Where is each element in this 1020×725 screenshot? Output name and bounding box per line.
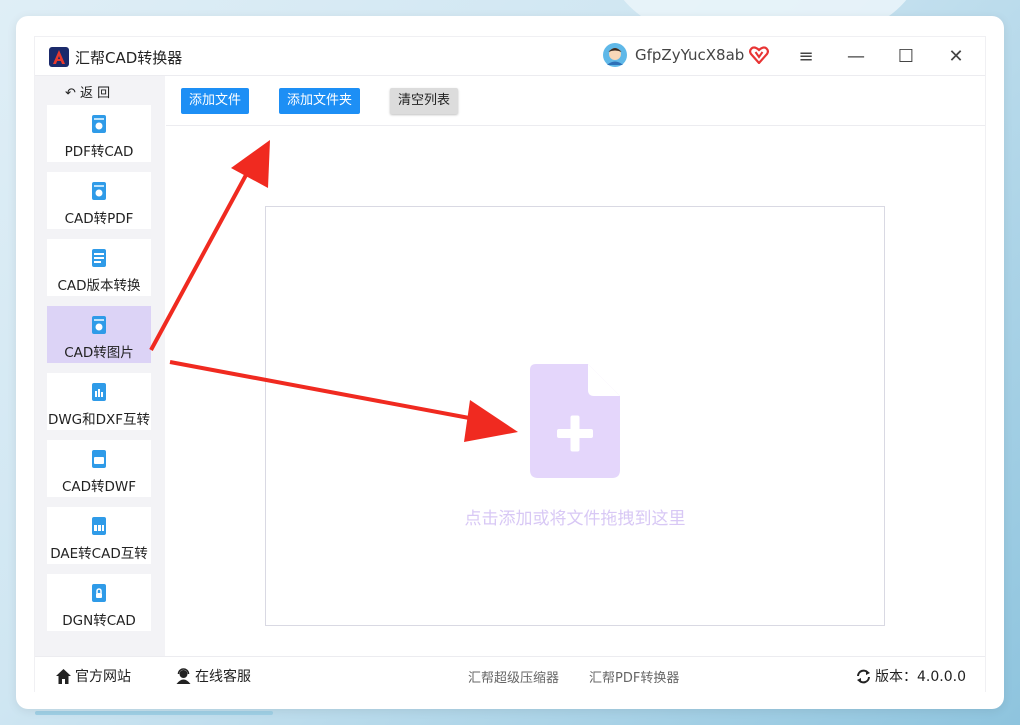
sidebar-item-label: DGN转CAD [62, 613, 136, 629]
refresh-icon [857, 669, 870, 683]
sidebar-item-cad-to-dwf[interactable]: CAD转DWF [47, 440, 151, 497]
app-logo-icon [49, 47, 69, 67]
app-frame: 汇帮CAD转换器 GfpZyYucX8ab ≡ — ☐ ✕ ↶ 返 回 PDF转… [34, 36, 986, 692]
sidebar-item-label: CAD转PDF [64, 211, 134, 227]
title-bar: 汇帮CAD转换器 GfpZyYucX8ab ≡ — ☐ ✕ [35, 37, 985, 76]
file-convert-icon [92, 517, 106, 535]
toolbar: 添加文件 添加文件夹 清空列表 [166, 76, 985, 126]
sidebar-item-cad-to-pdf[interactable]: CAD转PDF [47, 172, 151, 229]
close-button[interactable]: ✕ [943, 43, 969, 69]
sidebar-item-pdf-to-cad[interactable]: PDF转CAD [47, 105, 151, 162]
sidebar-item-dae-cad[interactable]: DAE转CAD互转 [47, 507, 151, 564]
sidebar-item-cad-version[interactable]: CAD版本转换 [47, 239, 151, 296]
undo-icon: ↶ [65, 86, 76, 101]
version-label: 版本：4.0.0.0 [875, 669, 966, 685]
footer: 官方网站 在线客服 汇帮超级压缩器 汇帮PDF转换器 版本：4.0.0.0 [35, 656, 985, 692]
file-version-icon [92, 249, 106, 267]
compressor-link[interactable]: 汇帮超级压缩器 [468, 667, 559, 686]
background-bar [35, 711, 273, 715]
app-title: 汇帮CAD转换器 [75, 49, 183, 67]
add-folder-button[interactable]: 添加文件夹 [279, 88, 361, 114]
username[interactable]: GfpZyYucX8ab [635, 46, 744, 64]
sidebar-item-label: CAD转图片 [64, 345, 134, 361]
pdf-converter-link[interactable]: 汇帮PDF转换器 [589, 667, 679, 686]
minimize-button[interactable]: — [843, 43, 869, 69]
sidebar-item-dwg-dxf[interactable]: DWG和DXF互转 [47, 373, 151, 430]
clear-list-button[interactable]: 清空列表 [390, 88, 459, 114]
online-support-link[interactable]: 在线客服 [175, 666, 251, 686]
support-label: 在线客服 [195, 669, 251, 685]
version-info[interactable]: 版本：4.0.0.0 [855, 666, 966, 686]
back-button[interactable]: ↶ 返 回 [65, 82, 110, 101]
file-image-icon [92, 316, 106, 334]
sidebar-item-label: DAE转CAD互转 [50, 546, 148, 562]
file-drop-zone[interactable]: 点击添加或将文件拖拽到这里 [265, 206, 885, 626]
sidebar-item-label: PDF转CAD [64, 144, 134, 160]
official-website-link[interactable]: 官方网站 [55, 666, 131, 686]
file-lock-icon [92, 584, 106, 602]
website-label: 官方网站 [75, 669, 131, 685]
sidebar: ↶ 返 回 PDF转CAD CAD转PDF CAD版本转换 CAD转图片 DWG… [35, 76, 165, 656]
vip-heart-icon[interactable] [749, 46, 769, 64]
file-convert-icon [92, 182, 106, 200]
maximize-button[interactable]: ☐ [893, 43, 919, 69]
file-convert-icon [92, 450, 106, 468]
sidebar-item-cad-to-image[interactable]: CAD转图片 [47, 306, 151, 363]
menu-icon[interactable]: ≡ [793, 43, 819, 69]
add-file-icon[interactable] [530, 364, 620, 478]
app-window: 汇帮CAD转换器 GfpZyYucX8ab ≡ — ☐ ✕ ↶ 返 回 PDF转… [16, 16, 1004, 709]
sidebar-item-label: DWG和DXF互转 [47, 412, 151, 428]
home-icon [56, 668, 71, 684]
drop-hint-text: 点击添加或将文件拖拽到这里 [464, 509, 686, 529]
avatar[interactable] [603, 43, 627, 67]
file-convert-icon [92, 383, 106, 401]
file-convert-icon [92, 115, 106, 133]
back-label: 返 回 [80, 86, 111, 101]
sidebar-item-label: CAD转DWF [61, 479, 137, 495]
support-agent-icon [176, 667, 191, 684]
add-file-button[interactable]: 添加文件 [181, 88, 250, 114]
sidebar-item-dgn-to-cad[interactable]: DGN转CAD [47, 574, 151, 631]
sidebar-item-label: CAD版本转换 [57, 278, 141, 294]
